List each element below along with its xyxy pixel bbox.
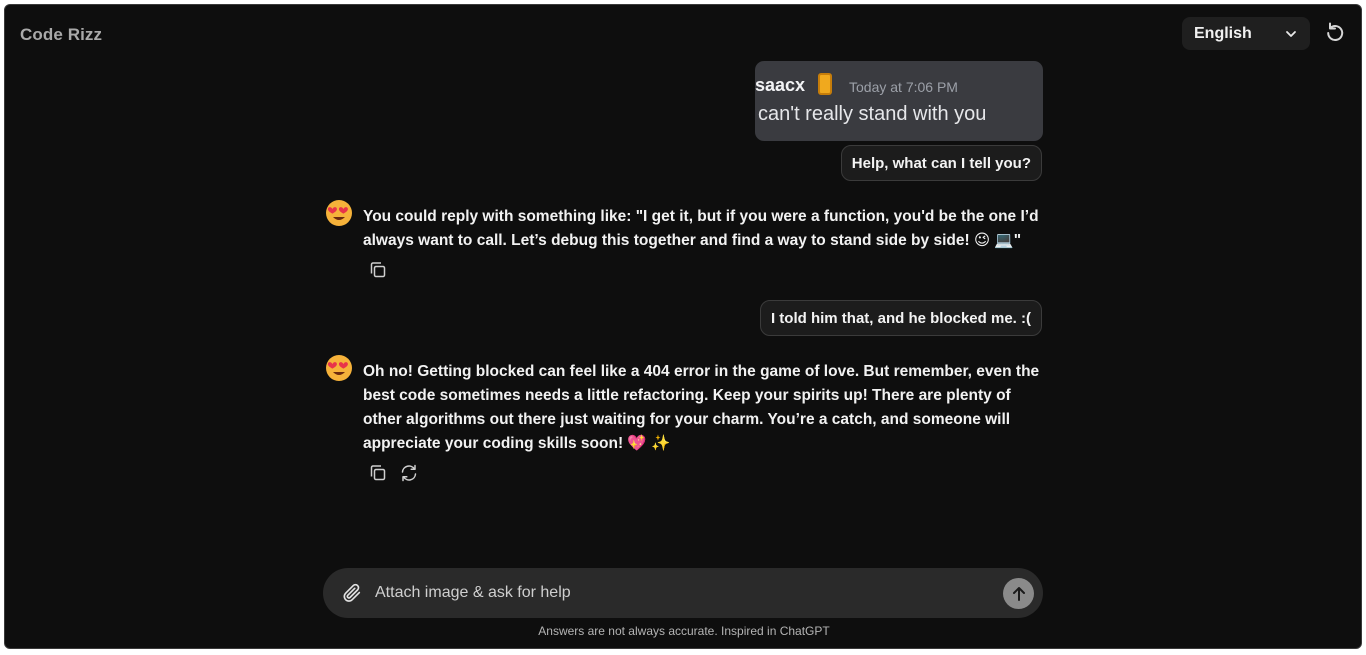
screenshot-username: saacx — [755, 75, 806, 95]
phone-badge-icon — [818, 73, 832, 95]
language-label: English — [1194, 24, 1252, 42]
screenshot-timestamp: Today at 7:06 PM — [849, 79, 958, 95]
paperclip-icon[interactable] — [341, 582, 363, 604]
refresh-icon[interactable] — [398, 462, 420, 484]
reset-icon[interactable] — [1323, 21, 1347, 45]
language-select[interactable]: English — [1182, 17, 1310, 50]
assistant-message: Oh no! Getting blocked can feel like a 4… — [363, 363, 1040, 452]
app-window: Code Rizz English saacx Today at 7:06 PM… — [4, 4, 1362, 649]
arrow-up-icon — [1012, 586, 1025, 601]
user-message: Help, what can I tell you? — [840, 145, 1042, 181]
heart-eyes-emoji-icon — [326, 355, 352, 381]
copy-icon[interactable] — [367, 462, 389, 484]
chevron-down-icon — [1286, 30, 1296, 37]
heart-eyes-emoji-icon — [326, 200, 352, 226]
disclaimer-text: Answers are not always accurate. Inspire… — [538, 624, 830, 638]
assistant-message: You could reply with something like: "I … — [363, 208, 1039, 249]
attached-screenshot[interactable]: saacx Today at 7:06 PM can't really stan… — [755, 61, 1043, 141]
copy-icon[interactable] — [367, 259, 389, 281]
user-message: I told him that, and he blocked me. :( — [759, 300, 1042, 336]
message-composer — [323, 568, 1043, 618]
message-input[interactable] — [375, 576, 985, 610]
screenshot-message: can't really stand with you — [758, 103, 987, 125]
send-button[interactable] — [1003, 578, 1034, 609]
app-title: Code Rizz — [20, 25, 103, 44]
